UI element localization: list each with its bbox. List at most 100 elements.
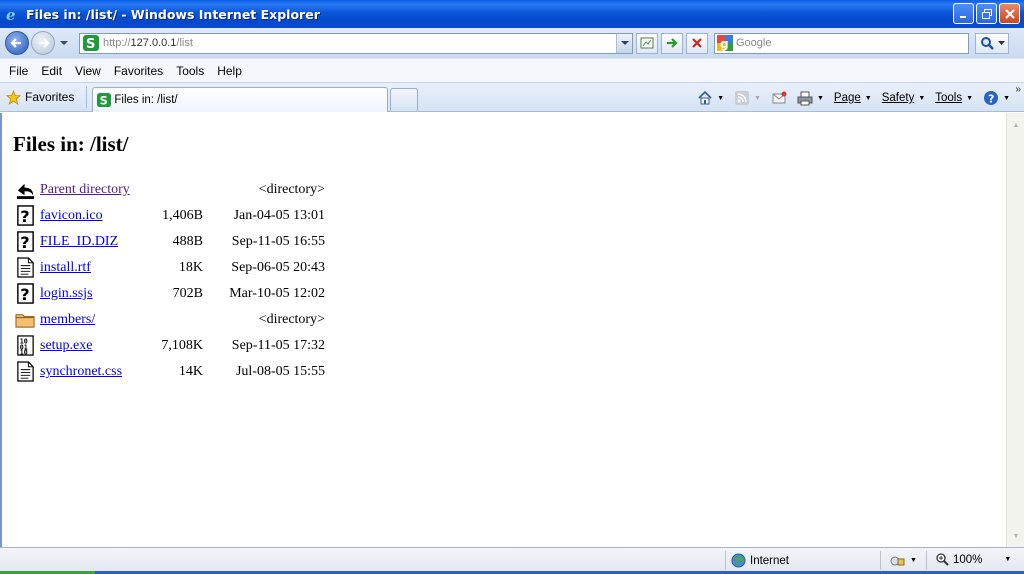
chevron-down-icon	[620, 41, 629, 45]
recent-pages-chevron-down-icon[interactable]	[59, 39, 69, 47]
protected-mode-button[interactable]: ▼	[890, 553, 917, 567]
page-chevron-down-icon: ▼	[864, 94, 872, 102]
svg-text:10: 10	[20, 349, 28, 356]
file-link[interactable]: setup.exe	[40, 338, 92, 354]
file-link[interactable]: install.rtf	[40, 260, 91, 276]
toolbar-separator	[86, 86, 88, 108]
site-favicon-icon: S	[83, 35, 99, 51]
security-zone[interactable]: Internet	[731, 553, 789, 568]
print-button[interactable]: ▼	[797, 90, 824, 106]
protected-mode-chevron-down-icon: ▼	[910, 556, 917, 564]
menu-favorites[interactable]: Favorites	[114, 64, 163, 78]
search-box[interactable]: g Google	[714, 32, 969, 54]
address-url: http://127.0.0.1/list	[103, 37, 193, 49]
feeds-button[interactable]: ▼	[734, 90, 761, 106]
svg-text:?: ?	[20, 285, 29, 304]
vertical-scrollbar[interactable]: ▲ ▼	[1006, 113, 1024, 547]
menu-view[interactable]: View	[75, 64, 101, 78]
favorites-button[interactable]: Favorites	[6, 89, 75, 105]
feeds-chevron-down-icon[interactable]: ▼	[754, 95, 761, 102]
close-button[interactable]	[999, 3, 1020, 24]
stop-x-icon	[692, 38, 702, 48]
safety-menu-button[interactable]: Safety ▼	[882, 92, 926, 104]
menu-tools[interactable]: Tools	[176, 64, 204, 78]
print-chevron-down-icon[interactable]: ▼	[817, 95, 824, 102]
read-mail-button[interactable]	[771, 90, 787, 106]
svg-text:?: ?	[20, 233, 29, 252]
zone-label: Internet	[750, 554, 789, 567]
page-menu-button[interactable]: Page ▼	[834, 92, 872, 104]
text-file-icon[interactable]	[15, 257, 36, 279]
file-row: ? login.ssjs 702B Mar-10-05 12:02	[15, 281, 325, 307]
window-controls	[953, 3, 1020, 24]
folder-icon[interactable]	[15, 309, 36, 331]
back-icon[interactable]	[15, 179, 36, 201]
tab-active[interactable]: S Files in: /list/	[92, 86, 389, 112]
forward-arrow-icon	[39, 38, 50, 48]
favorites-label: Favorites	[25, 90, 75, 104]
text-file-icon[interactable]	[15, 361, 36, 383]
file-link[interactable]: members/	[40, 312, 95, 328]
back-arrow-icon	[10, 38, 21, 48]
file-link[interactable]: FILE_ID.DIZ	[40, 234, 118, 250]
file-size: 18K	[178, 260, 203, 275]
zoom-chevron-down-icon: ▼	[1004, 556, 1012, 563]
help-button[interactable]: ? ▼	[983, 90, 1010, 106]
file-link[interactable]: synchronet.css	[40, 364, 122, 380]
mail-icon	[772, 91, 787, 104]
back-button[interactable]	[5, 31, 29, 55]
file-row: members/ <directory>	[15, 307, 325, 333]
address-dropdown-button[interactable]	[616, 33, 632, 53]
zoom-level: 100%	[953, 553, 983, 566]
menu-file[interactable]: File	[9, 64, 28, 78]
file-kind: <directory>	[258, 312, 325, 327]
zoom-button[interactable]: 100% ▼	[936, 553, 1011, 566]
svg-text:g: g	[720, 37, 729, 51]
minimize-button[interactable]	[953, 3, 974, 24]
file-link[interactable]: Parent directory	[40, 182, 130, 198]
new-tab-button[interactable]	[390, 87, 419, 111]
file-link[interactable]: favicon.ico	[40, 208, 103, 224]
file-date: Sep-11-05 17:32	[231, 338, 325, 353]
home-button[interactable]: ▼	[697, 90, 724, 106]
compatibility-view-button[interactable]	[636, 32, 658, 54]
stop-button[interactable]	[686, 32, 708, 54]
file-size: 14K	[178, 364, 203, 379]
file-size: 1,406B	[162, 208, 203, 223]
tools-menu-button[interactable]: Tools ▼	[935, 92, 973, 104]
file-date: Jul-08-05 15:55	[235, 364, 325, 379]
forward-button[interactable]	[31, 31, 55, 55]
unknown-file-icon[interactable]: ?	[15, 231, 36, 253]
scroll-down-button[interactable]: ▼	[1008, 528, 1024, 544]
zoom-icon	[936, 553, 949, 566]
globe-icon	[731, 553, 746, 568]
title-bar: e Files in: /list/ - Windows Internet Ex…	[0, 0, 1024, 28]
restore-icon	[981, 8, 992, 19]
search-placeholder: Google	[736, 37, 772, 49]
svg-text:S: S	[100, 93, 108, 107]
svg-text:e: e	[6, 6, 16, 22]
menu-edit[interactable]: Edit	[41, 64, 62, 78]
tab-bar: Favorites S Files in: /list/ ▼ ▼ ▼ Page …	[0, 82, 1024, 112]
svg-text:?: ?	[20, 207, 29, 226]
scroll-up-button[interactable]: ▲	[1008, 117, 1024, 133]
file-date: Sep-06-05 20:43	[231, 260, 325, 275]
file-listing: Parent directory <directory>? favicon.ico 1…	[15, 177, 325, 385]
svg-text:S: S	[86, 37, 95, 51]
command-bar: ▼ ▼ ▼ Page ▼ Safety ▼ Tools ▼ ? ▼	[687, 83, 1010, 113]
file-row: ? favicon.ico 1,406B Jan-04-05 13:01	[15, 203, 325, 229]
binary-file-icon[interactable]: 10 01 10	[15, 335, 36, 357]
overflow-chevron-icon[interactable]: »	[1015, 84, 1021, 95]
file-date: Jan-04-05 13:01	[233, 208, 325, 223]
file-size: 702B	[172, 286, 203, 301]
unknown-file-icon[interactable]: ?	[15, 205, 36, 227]
address-toolbar: S http://127.0.0.1/list g Google	[0, 28, 1024, 58]
home-chevron-down-icon[interactable]: ▼	[717, 95, 724, 102]
menu-help[interactable]: Help	[217, 64, 242, 78]
restore-button[interactable]	[976, 3, 997, 24]
file-link[interactable]: login.ssjs	[40, 286, 93, 302]
address-bar[interactable]: S http://127.0.0.1/list	[79, 32, 633, 54]
search-button[interactable]	[975, 32, 1009, 54]
go-button[interactable]	[661, 32, 683, 54]
unknown-file-icon[interactable]: ?	[15, 283, 36, 305]
